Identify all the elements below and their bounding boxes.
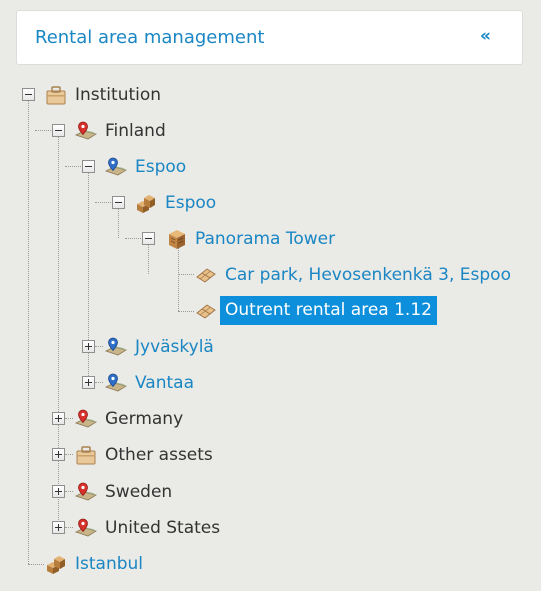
map-pin-red-icon [75, 481, 97, 503]
map-pin-red-icon [75, 408, 97, 430]
briefcase-icon [45, 84, 67, 106]
tree-node-other-assets[interactable]: Other assets [105, 444, 213, 466]
briefcase-icon [75, 444, 97, 466]
map-pin-red-icon [75, 120, 97, 142]
expand-toggle[interactable] [52, 485, 65, 498]
expand-toggle[interactable] [52, 448, 65, 461]
tree-node-car-park[interactable]: Car park, Hevosenkenkä 3, Espoo [225, 264, 511, 286]
expand-toggle[interactable] [82, 340, 95, 353]
collapse-toggle[interactable] [142, 232, 155, 245]
tree-node-espoo-site[interactable]: Espoo [165, 192, 216, 214]
tree-node-outrent[interactable]: Outrent rental area 1.12 [220, 296, 437, 325]
expand-toggle[interactable] [82, 376, 95, 389]
buildings-icon [45, 553, 67, 575]
floor-area-icon [195, 300, 217, 322]
tree-node-sweden[interactable]: Sweden [105, 481, 172, 503]
map-pin-red-icon [75, 517, 97, 539]
buildings-icon [135, 192, 157, 214]
tree-node-jyvaskyla[interactable]: Jyväskylä [135, 336, 214, 358]
tree-node-germany[interactable]: Germany [105, 408, 183, 430]
floor-area-icon [195, 264, 217, 286]
map-pin-blue-icon [105, 156, 127, 178]
collapse-toggle[interactable] [22, 88, 35, 101]
collapse-toggle[interactable] [52, 124, 65, 137]
tree-node-panorama-tower[interactable]: Panorama Tower [195, 228, 335, 250]
tree-node-espoo-city[interactable]: Espoo [135, 156, 186, 178]
collapse-toggle[interactable] [82, 160, 95, 173]
tree-node-finland[interactable]: Finland [105, 120, 166, 142]
building-icon [165, 228, 187, 250]
map-pin-blue-icon [105, 372, 127, 394]
expand-toggle[interactable] [52, 412, 65, 425]
expand-toggle[interactable] [52, 521, 65, 534]
asset-tree: Institution Finland Espoo Espoo Panorama… [0, 0, 541, 591]
tree-node-united-states[interactable]: United States [105, 517, 220, 539]
tree-node-vantaa[interactable]: Vantaa [135, 372, 194, 394]
map-pin-blue-icon [105, 336, 127, 358]
tree-node-institution[interactable]: Institution [75, 84, 161, 106]
collapse-toggle[interactable] [112, 196, 125, 209]
tree-node-istanbul[interactable]: Istanbul [75, 553, 143, 575]
